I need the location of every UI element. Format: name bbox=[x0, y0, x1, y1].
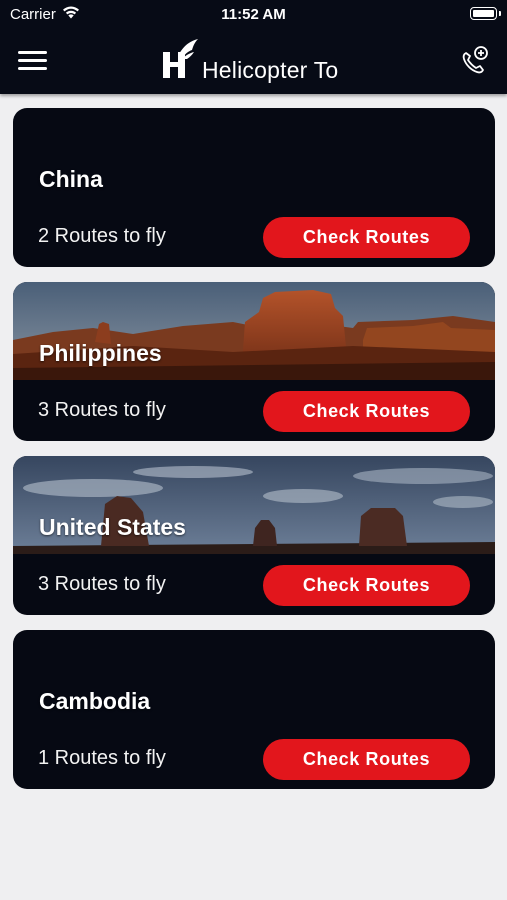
routes-count: 3 Routes to fly bbox=[38, 399, 166, 421]
navigation-bar: Carrier 11:52 AM Helicopter To bbox=[0, 0, 507, 94]
country-name: Philippines bbox=[39, 340, 162, 366]
country-name: Cambodia bbox=[39, 688, 151, 714]
check-routes-button[interactable]: Check Routes bbox=[263, 565, 470, 606]
destination-list: China 2 Routes to fly Check Routes Phili… bbox=[13, 108, 495, 804]
destination-card-united-states: United States 3 Routes to fly Check Rout… bbox=[13, 456, 495, 615]
battery-icon bbox=[470, 7, 497, 20]
hamburger-menu-icon[interactable] bbox=[18, 50, 48, 72]
routes-count: 3 Routes to fly bbox=[38, 573, 166, 595]
app-title: Helicopter To bbox=[202, 57, 339, 83]
destination-card-philippines: Philippines 3 Routes to fly Check Routes bbox=[13, 282, 495, 441]
destination-card-china: China 2 Routes to fly Check Routes bbox=[13, 108, 495, 267]
battery-nub bbox=[499, 11, 501, 16]
check-routes-button[interactable]: Check Routes bbox=[263, 391, 470, 432]
destination-card-cambodia: Cambodia 1 Routes to fly Check Routes bbox=[13, 630, 495, 789]
country-name: United States bbox=[39, 514, 186, 540]
check-routes-button[interactable]: Check Routes bbox=[263, 739, 470, 780]
routes-count: 1 Routes to fly bbox=[38, 747, 166, 769]
check-routes-button[interactable]: Check Routes bbox=[263, 217, 470, 258]
country-name: China bbox=[39, 166, 103, 192]
clock: 11:52 AM bbox=[221, 6, 286, 23]
routes-count: 2 Routes to fly bbox=[38, 225, 166, 247]
phone-add-icon[interactable] bbox=[458, 44, 490, 76]
winged-h-logo bbox=[163, 39, 198, 78]
status-bar: Carrier 11:52 AM bbox=[0, 0, 507, 28]
